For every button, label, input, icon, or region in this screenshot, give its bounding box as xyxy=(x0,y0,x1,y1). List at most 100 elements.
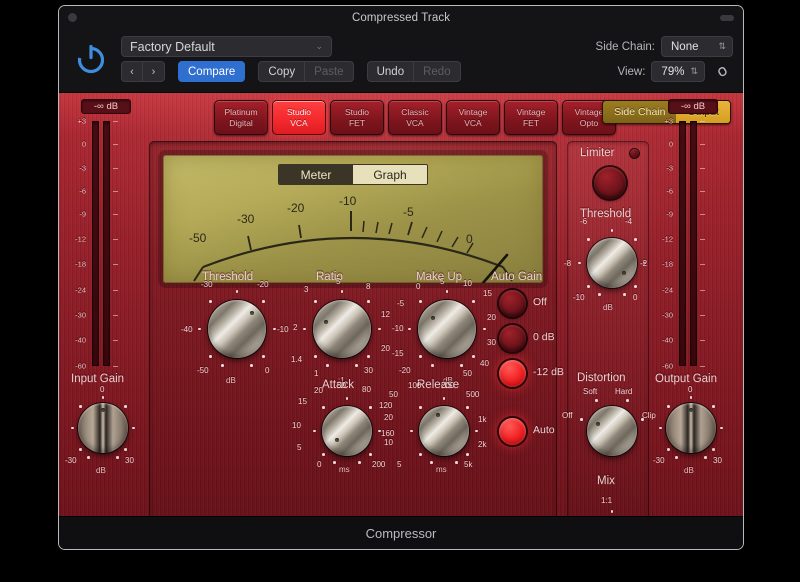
view-zoom-select[interactable]: 79% ⇅ xyxy=(651,61,705,82)
window-close-dot[interactable] xyxy=(68,13,77,22)
prev-preset-button[interactable]: ‹ xyxy=(121,61,143,82)
ratio-tick-5: 5 xyxy=(336,277,341,286)
gain-reduction-meter[interactable]: -50 -30 -20 -10 -5 0 Meter Graph xyxy=(163,155,543,283)
mix-dotring xyxy=(579,510,645,516)
paste-button[interactable]: Paste xyxy=(305,61,354,82)
ratio-knob[interactable] xyxy=(313,300,371,358)
window-resize-pill[interactable] xyxy=(720,15,734,21)
scale-label: -18 xyxy=(75,259,86,269)
threshold-knob[interactable] xyxy=(208,300,266,358)
auto-gain-0db-led[interactable] xyxy=(499,325,526,352)
makeup-tick-15: 15 xyxy=(483,289,492,298)
ratio-tick-1.4: 1.4 xyxy=(291,355,303,364)
limiter-threshold-tick--8: -8 xyxy=(564,259,572,268)
distortion-tick-soft: Soft xyxy=(583,387,598,396)
plugin-header: Factory Default ⌄ ‹ › Compare Copy Paste… xyxy=(59,29,743,93)
release-tick-500: 500 xyxy=(466,390,480,399)
model-label-line1: Studio xyxy=(344,107,370,117)
scale-label: -30 xyxy=(662,310,673,320)
input-gain-tick--30: -30 xyxy=(65,456,77,465)
model-button-vintage-fet[interactable]: Vintage FET xyxy=(504,100,558,135)
threshold-tick--50: -50 xyxy=(197,366,209,375)
mix-label: Mix xyxy=(597,475,615,487)
auto-gain-minus12db-led[interactable] xyxy=(499,360,526,387)
makeup-knob[interactable] xyxy=(418,300,476,358)
model-button-studio-fet[interactable]: Studio FET xyxy=(330,100,384,135)
release-tick-2k: 2k xyxy=(478,440,487,449)
vu-label--20: -20 xyxy=(287,201,305,215)
input-meter-ticks xyxy=(113,121,119,367)
power-icon[interactable] xyxy=(73,41,109,77)
input-meter-scale: +3 0 -3 -6 -9 -12 -18 -24 -30 -40 -60 xyxy=(61,117,86,371)
input-gain-tick-30: 30 xyxy=(125,456,134,465)
output-gain-tick-30: 30 xyxy=(713,456,722,465)
limiter-threshold-tick--6: -6 xyxy=(580,217,588,226)
scale-label: +3 xyxy=(664,116,673,126)
copy-button[interactable]: Copy xyxy=(258,61,306,82)
release-tick-200: 200 xyxy=(441,381,455,390)
model-selector: Platinum Digital Studio VCA Studio FET C… xyxy=(214,100,616,135)
limiter-button[interactable] xyxy=(594,167,626,199)
undo-button[interactable]: Undo xyxy=(366,61,415,82)
threshold-tick--20: -20 xyxy=(257,280,269,289)
preset-dropdown[interactable]: Factory Default ⌄ xyxy=(121,36,332,57)
model-label-line2: FET xyxy=(348,117,366,128)
scale-label: -40 xyxy=(75,335,86,345)
scale-label: -60 xyxy=(662,361,673,371)
release-tick-50: 50 xyxy=(389,390,398,399)
limiter-threshold-knob[interactable] xyxy=(587,238,637,288)
vu-label--10: -10 xyxy=(339,194,357,208)
model-button-studio-vca[interactable]: Studio VCA xyxy=(272,100,326,135)
makeup-tick--20: -20 xyxy=(399,366,411,375)
input-level-bar-right xyxy=(103,121,110,366)
limiter-threshold-tick-0: 0 xyxy=(633,293,638,302)
model-button-vintage-vca[interactable]: Vintage VCA xyxy=(446,100,500,135)
release-unit: ms xyxy=(436,465,447,474)
output-gain-knob[interactable] xyxy=(666,403,716,453)
output-meter-ticks xyxy=(700,121,706,367)
ratio-tick-3: 3 xyxy=(304,285,309,294)
view-zoom-value: 79% xyxy=(661,65,685,78)
release-knob[interactable] xyxy=(419,406,469,456)
limiter-indicator-led xyxy=(630,149,639,158)
model-label-line1: Vintage xyxy=(458,107,488,117)
threshold-unit: dB xyxy=(226,376,236,385)
output-gain-tick-0: 0 xyxy=(688,385,693,394)
threshold-tick--10: -10 xyxy=(277,325,289,334)
model-button-classic-vca[interactable]: Classic VCA xyxy=(388,100,442,135)
tab-meter[interactable]: Meter xyxy=(279,165,353,184)
vu-label--5: -5 xyxy=(403,205,414,219)
compare-button[interactable]: Compare xyxy=(178,61,246,82)
scale-label: -30 xyxy=(75,310,86,320)
auto-gain-off-led[interactable] xyxy=(499,290,526,317)
attack-tick-80: 80 xyxy=(362,385,371,394)
distortion-label: Distortion xyxy=(577,372,626,384)
sidechain-select[interactable]: None ⇅ xyxy=(661,36,733,57)
redo-button[interactable]: Redo xyxy=(414,61,461,82)
limiter-threshold-tick--10: -10 xyxy=(573,293,585,302)
threshold-tick--40: -40 xyxy=(181,325,193,334)
attack-knob[interactable] xyxy=(322,406,372,456)
plugin-name: Compressor xyxy=(365,525,437,541)
output-gain-label: Output Gain xyxy=(655,373,718,385)
sidechain-row: Side Chain: None ⇅ xyxy=(596,36,733,57)
scale-label: 0 xyxy=(668,139,673,149)
makeup-tick-10: 10 xyxy=(463,279,472,288)
auto-button-led[interactable] xyxy=(499,418,526,445)
model-label-line2: VCA xyxy=(464,117,482,128)
scale-label: -12 xyxy=(75,234,86,244)
distortion-knob[interactable] xyxy=(587,406,637,456)
vu-label-0: 0 xyxy=(466,232,473,246)
input-gain-knob[interactable] xyxy=(78,403,128,453)
scale-label: -18 xyxy=(662,259,673,269)
tab-graph[interactable]: Graph xyxy=(353,165,427,184)
model-button-platinum-digital[interactable]: Platinum Digital xyxy=(214,100,268,135)
attack-tick-200: 200 xyxy=(372,460,386,469)
scale-label: -12 xyxy=(662,234,673,244)
scale-label: -3 xyxy=(79,163,86,173)
model-label-line2: Digital xyxy=(229,117,253,128)
next-preset-button[interactable]: › xyxy=(143,61,165,82)
link-icon[interactable] xyxy=(711,61,733,82)
distortion-tick-off: Off xyxy=(562,411,573,420)
input-level-bars xyxy=(92,121,110,366)
